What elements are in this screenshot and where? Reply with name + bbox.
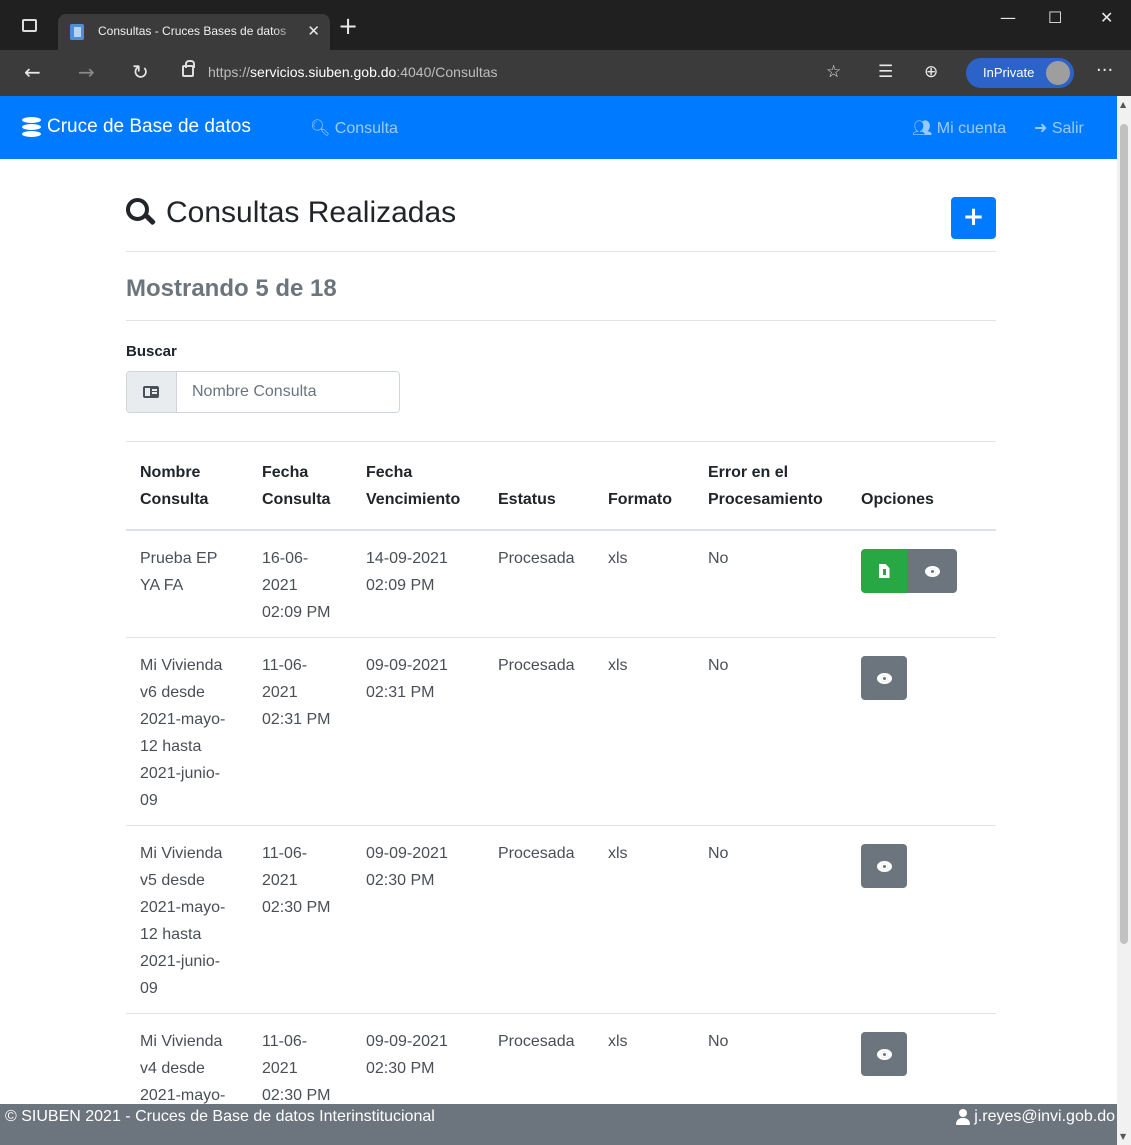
table-row: Mi Vivienda v5 desde 2021-mayo-12 hasta … bbox=[126, 825, 996, 1014]
cell-opciones bbox=[847, 825, 996, 1014]
scroll-up-arrow[interactable]: ▲ bbox=[1120, 100, 1126, 109]
url-scheme: https:// bbox=[208, 64, 251, 80]
site-footer: © SIUBEN 2021 - Cruces de Base de datos … bbox=[0, 1104, 1117, 1145]
cell-nombre: Mi Vivienda v6 desde 2021-mayo-12 hasta … bbox=[126, 637, 248, 826]
cell-error: No bbox=[694, 637, 847, 826]
brand-link[interactable]: Cruce de Base de datos bbox=[22, 116, 251, 138]
id-card-icon bbox=[143, 386, 159, 398]
header-opciones: Opciones bbox=[847, 441, 996, 531]
profile-avatar bbox=[1046, 61, 1070, 85]
cell-estatus: Procesada bbox=[484, 637, 594, 826]
cell-fecha-vencimiento: 14-09-2021 02:09 PM bbox=[352, 529, 484, 638]
header-formato[interactable]: Formato bbox=[594, 441, 694, 531]
cell-fecha-consulta: 11-06-2021 02:30 PM bbox=[248, 825, 352, 1014]
inprivate-badge[interactable]: InPrivate bbox=[966, 58, 1074, 88]
browser-address-bar: ← → ↻ https://servicios.siuben.gob.do:40… bbox=[0, 50, 1131, 96]
url-path: :4040/Consultas bbox=[396, 64, 498, 80]
footer-user[interactable]: j.reyes@invi.gob.do bbox=[956, 1108, 1115, 1126]
add-consulta-button[interactable]: + bbox=[951, 197, 996, 239]
eye-icon bbox=[876, 672, 892, 684]
cell-formato: xls bbox=[594, 825, 694, 1014]
scroll-thumb[interactable] bbox=[1120, 124, 1128, 944]
divider bbox=[126, 251, 996, 252]
nav-consulta-link[interactable]: 🔍︎ Consulta bbox=[310, 118, 398, 138]
header-error[interactable]: Error en el Procesamiento bbox=[694, 441, 847, 531]
url-host: servicios.siuben.gob.do bbox=[250, 64, 397, 80]
download-button[interactable] bbox=[861, 549, 907, 593]
cell-opciones bbox=[847, 637, 996, 826]
url-field[interactable]: https://servicios.siuben.gob.do:4040/Con… bbox=[208, 64, 498, 80]
page-title: Consultas Realizadas bbox=[126, 196, 456, 230]
view-button[interactable] bbox=[907, 549, 957, 593]
cell-fecha-consulta: 11-06-2021 02:31 PM bbox=[248, 637, 352, 826]
consultas-table: Nombre Consulta Fecha Consulta Fecha Ven… bbox=[126, 441, 996, 1145]
database-icon bbox=[22, 116, 41, 138]
view-button[interactable] bbox=[861, 1032, 907, 1076]
cell-formato: xls bbox=[594, 637, 694, 826]
search-icon bbox=[126, 198, 157, 228]
eye-icon bbox=[876, 860, 892, 872]
lock-icon[interactable] bbox=[182, 60, 195, 77]
cell-estatus: Procesada bbox=[484, 529, 594, 638]
header-estatus[interactable]: Estatus bbox=[484, 441, 594, 531]
eye-icon bbox=[924, 565, 940, 577]
scroll-down-arrow[interactable]: ▼ bbox=[1120, 1132, 1126, 1141]
back-button[interactable]: ← bbox=[24, 60, 41, 84]
brand-label: Cruce de Base de datos bbox=[47, 116, 251, 137]
close-window-button[interactable]: ✕ bbox=[1100, 8, 1113, 27]
minimize-button[interactable]: — bbox=[1000, 8, 1016, 27]
cell-error: No bbox=[694, 529, 847, 638]
page-scrollbar[interactable]: ▲ ▼ bbox=[1117, 96, 1131, 1145]
cell-formato: xls bbox=[594, 529, 694, 638]
divider bbox=[126, 320, 996, 321]
header-nombre[interactable]: Nombre Consulta bbox=[126, 441, 248, 531]
table-row: Prueba EP YA FA 16-06-2021 02:09 PM 14-0… bbox=[126, 529, 996, 638]
table-row: Mi Vivienda v6 desde 2021-mayo-12 hasta … bbox=[126, 637, 996, 826]
tab-actions-icon[interactable] bbox=[22, 19, 37, 32]
more-menu-icon[interactable]: ··· bbox=[1096, 60, 1113, 81]
footer-user-email: j.reyes@invi.gob.do bbox=[974, 1108, 1115, 1125]
nav-salir-link[interactable]: ➜ Salir bbox=[1034, 118, 1084, 138]
search-addon bbox=[127, 372, 177, 412]
view-button[interactable] bbox=[861, 656, 907, 700]
cell-estatus: Procesada bbox=[484, 825, 594, 1014]
inprivate-label: InPrivate bbox=[983, 65, 1035, 80]
cell-error: No bbox=[694, 825, 847, 1014]
search-label: Buscar bbox=[126, 343, 177, 360]
page-title-text: Consultas Realizadas bbox=[166, 196, 457, 229]
footer-copyright: © SIUBEN 2021 - Cruces de Base de datos … bbox=[5, 1108, 435, 1125]
cell-opciones bbox=[847, 529, 996, 638]
forward-button[interactable]: → bbox=[78, 60, 95, 84]
header-fecha-consulta[interactable]: Fecha Consulta bbox=[248, 441, 352, 531]
tab-title: Consultas - Cruces Bases de datos bbox=[98, 24, 287, 38]
favorites-list-icon[interactable]: ☰ bbox=[878, 62, 893, 82]
browser-tab-bar: Consultas - Cruces Bases de datos ✕ + — … bbox=[0, 0, 1131, 50]
header-fecha-vencimiento[interactable]: Fecha Vencimiento bbox=[352, 441, 484, 531]
user-icon bbox=[956, 1109, 971, 1125]
maximize-button[interactable]: ☐ bbox=[1048, 8, 1062, 27]
browser-tab[interactable]: Consultas - Cruces Bases de datos ✕ bbox=[58, 14, 330, 50]
favorite-star-icon[interactable]: ☆ bbox=[826, 62, 841, 82]
search-input[interactable] bbox=[178, 372, 399, 412]
cell-nombre: Prueba EP YA FA bbox=[126, 529, 248, 638]
cell-fecha-vencimiento: 09-09-2021 02:30 PM bbox=[352, 825, 484, 1014]
new-tab-button[interactable]: + bbox=[338, 14, 358, 38]
showing-count: Mostrando 5 de 18 bbox=[126, 275, 337, 302]
collections-icon[interactable]: ⊕ bbox=[924, 62, 938, 82]
view-button[interactable] bbox=[861, 844, 907, 888]
tab-close-icon[interactable]: ✕ bbox=[307, 22, 320, 40]
cell-fecha-vencimiento: 09-09-2021 02:31 PM bbox=[352, 637, 484, 826]
favicon-icon bbox=[70, 24, 84, 40]
search-input-group bbox=[126, 371, 400, 413]
file-download-icon bbox=[878, 564, 890, 578]
eye-icon bbox=[876, 1048, 892, 1060]
table-header-row: Nombre Consulta Fecha Consulta Fecha Ven… bbox=[126, 441, 996, 531]
refresh-button[interactable]: ↻ bbox=[132, 60, 149, 84]
cell-fecha-consulta: 16-06-2021 02:09 PM bbox=[248, 529, 352, 638]
cell-nombre: Mi Vivienda v5 desde 2021-mayo-12 hasta … bbox=[126, 825, 248, 1014]
nav-mi-cuenta-link[interactable]: 👥︎ Mi cuenta bbox=[912, 118, 1006, 138]
site-navbar: Cruce de Base de datos 🔍︎ Consulta 👥︎ Mi… bbox=[0, 96, 1117, 159]
